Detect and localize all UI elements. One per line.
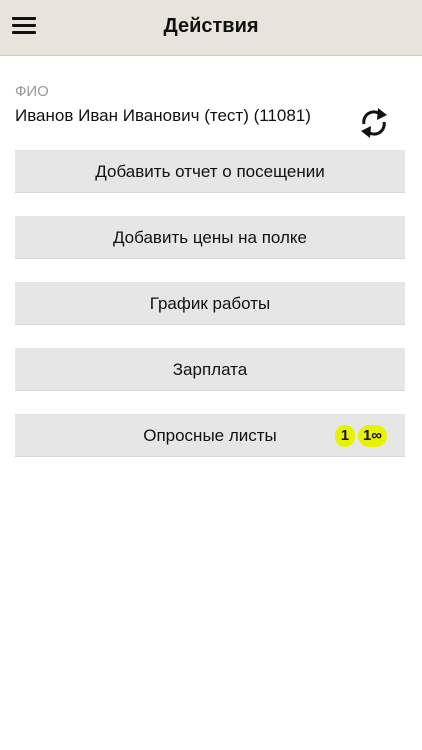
questionnaires-badges: 1 1∞ bbox=[334, 425, 387, 447]
work-schedule-button[interactable]: График работы bbox=[15, 282, 405, 325]
infinite-count-badge: 1∞ bbox=[357, 425, 387, 447]
questionnaires-button[interactable]: Опросные листы 1 1∞ bbox=[15, 414, 405, 457]
actions-list: Добавить отчет о посещении Добавить цены… bbox=[15, 150, 405, 480]
salary-button[interactable]: Зарплата bbox=[15, 348, 405, 391]
salary-label: Зарплата bbox=[172, 360, 248, 379]
refresh-icon[interactable] bbox=[358, 104, 390, 142]
app-header: Действия bbox=[0, 0, 422, 56]
questionnaires-label: Опросные листы bbox=[143, 426, 277, 445]
count-badge: 1 bbox=[334, 425, 355, 447]
add-shelf-prices-label: Добавить цены на полке bbox=[112, 228, 308, 247]
work-schedule-label: График работы bbox=[149, 294, 271, 313]
add-shelf-prices-button[interactable]: Добавить цены на полке bbox=[15, 216, 405, 259]
fio-label: ФИО bbox=[15, 83, 49, 100]
add-visit-report-label: Добавить отчет о посещении bbox=[95, 162, 325, 181]
add-visit-report-button[interactable]: Добавить отчет о посещении bbox=[15, 150, 405, 193]
page-title: Действия bbox=[163, 15, 259, 37]
user-name: Иванов Иван Иванович (тест) (11081) bbox=[15, 106, 311, 125]
